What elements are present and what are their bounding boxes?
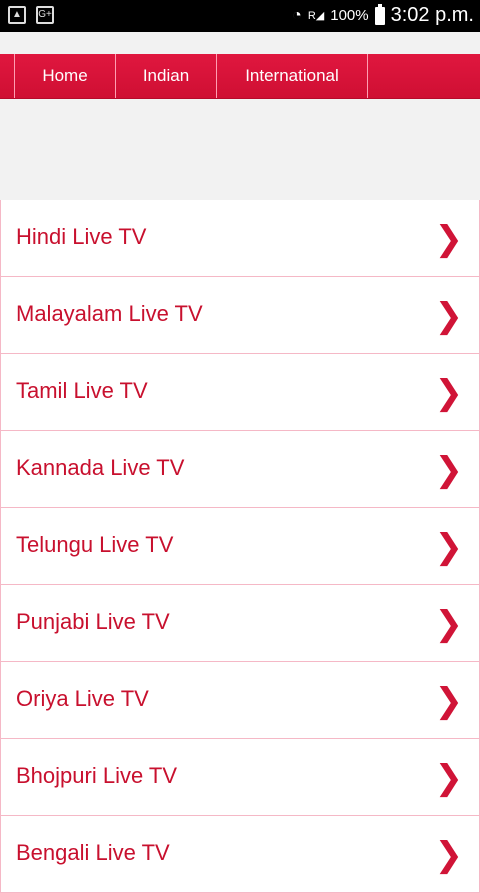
chevron-right-icon: ❯: [434, 374, 464, 412]
list-item-oriya[interactable]: Oriya Live TV ❯: [0, 662, 480, 739]
chevron-right-icon: ❯: [434, 836, 464, 874]
nav-edge: [0, 54, 15, 98]
list-item-label: Oriya Live TV: [16, 686, 149, 711]
tab-international[interactable]: International: [217, 54, 368, 98]
signal-letter: R: [307, 10, 316, 22]
battery-icon: [374, 3, 385, 25]
chevron-right-icon: ❯: [434, 528, 464, 566]
channel-list: Hindi Live TV ❯ Malayalam Live TV ❯ Tami…: [0, 200, 480, 893]
google-plus-icon: G+: [36, 6, 54, 24]
list-item-bengali[interactable]: Bengali Live TV ❯: [0, 816, 480, 893]
list-item-label: Punjabi Live TV: [16, 609, 170, 634]
list-item-kannada[interactable]: Kannada Live TV ❯: [0, 431, 480, 508]
list-item-label: Bengali Live TV: [16, 840, 170, 865]
list-item-punjabi[interactable]: Punjabi Live TV ❯: [0, 585, 480, 662]
wifi-icon: ◔: [292, 6, 302, 24]
list-item-label: Malayalam Live TV: [16, 301, 203, 326]
tab-indian[interactable]: Indian: [116, 54, 217, 98]
top-nav: Home Indian International: [0, 54, 480, 99]
gallery-icon: ▲: [8, 6, 26, 24]
top-spacer: [0, 32, 480, 54]
chevron-right-icon: ❯: [434, 605, 464, 643]
status-bar: ▲ G+ ◔ R◢ 100% 3:02 p.m.: [0, 0, 480, 32]
list-item-malayalam[interactable]: Malayalam Live TV ❯: [0, 277, 480, 354]
signal-icon: R◢: [307, 10, 325, 22]
chevron-right-icon: ❯: [434, 220, 464, 258]
list-item-tamil[interactable]: Tamil Live TV ❯: [0, 354, 480, 431]
tab-home[interactable]: Home: [15, 54, 116, 98]
clock: 3:02 p.m.: [390, 4, 474, 26]
chevron-right-icon: ❯: [434, 297, 464, 335]
chevron-right-icon: ❯: [434, 759, 464, 797]
list-item-bhojpuri[interactable]: Bhojpuri Live TV ❯: [0, 739, 480, 816]
list-item-hindi[interactable]: Hindi Live TV ❯: [0, 200, 480, 277]
list-item-label: Telungu Live TV: [16, 532, 174, 557]
tab-indian-label: Indian: [142, 66, 190, 85]
tab-home-label: Home: [42, 66, 88, 85]
chevron-right-icon: ❯: [434, 451, 464, 489]
list-item-label: Bhojpuri Live TV: [16, 763, 178, 788]
tab-international-label: International: [245, 66, 339, 85]
list-item-telungu[interactable]: Telungu Live TV ❯: [0, 508, 480, 585]
list-item-label: Tamil Live TV: [16, 378, 148, 403]
list-item-label: Hindi Live TV: [16, 224, 147, 249]
list-item-label: Kannada Live TV: [16, 455, 185, 480]
chevron-right-icon: ❯: [434, 682, 464, 720]
battery-percent: 100%: [330, 7, 369, 24]
